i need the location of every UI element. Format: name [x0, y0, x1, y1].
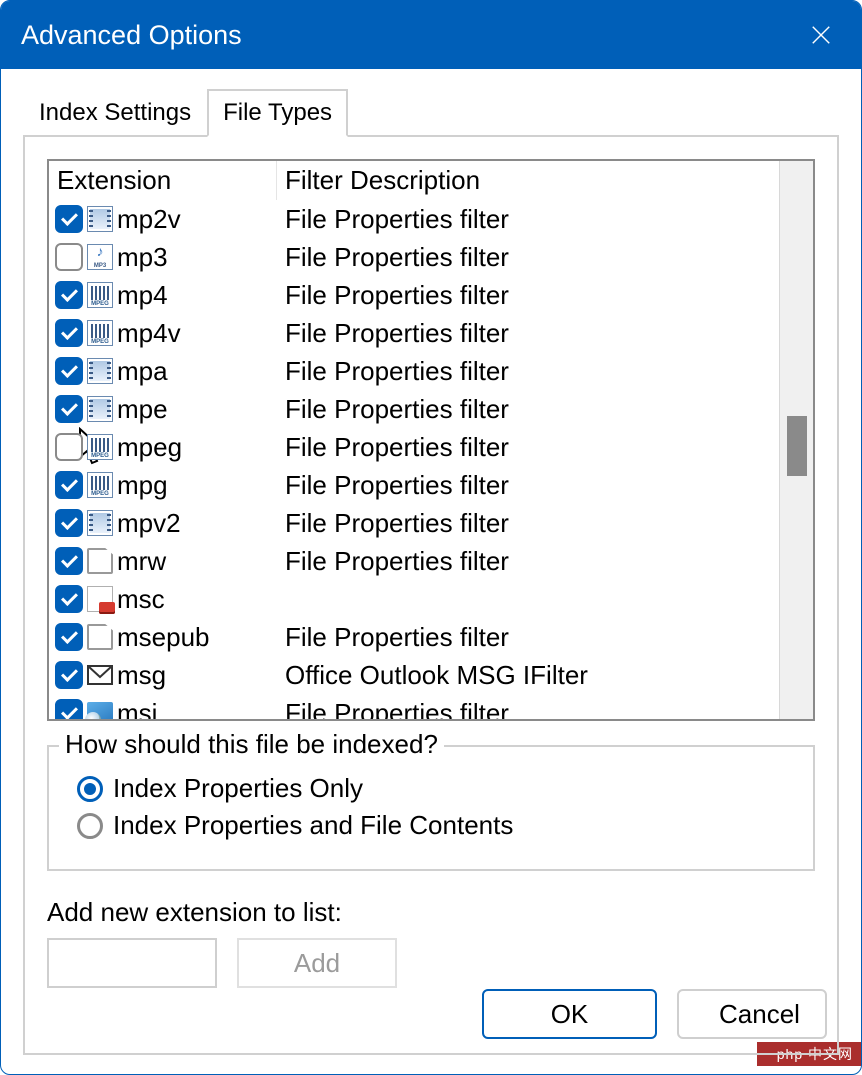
list-item[interactable]: msc [49, 580, 779, 618]
add-extension-button[interactable]: Add [237, 938, 397, 988]
filter-description: File Properties filter [277, 356, 779, 387]
radio-label: Index Properties Only [113, 773, 363, 804]
extension-checkbox[interactable] [55, 243, 83, 271]
extension-name: msepub [117, 622, 210, 653]
file-file-icon [87, 548, 113, 574]
file-file-icon [87, 624, 113, 650]
filter-description: File Properties filter [277, 318, 779, 349]
extension-name: mpa [117, 356, 168, 387]
tab-body-file-types: Extension Filter Description mp2v File Pr… [23, 135, 839, 1055]
mpeg-file-icon [87, 282, 113, 308]
extension-checkbox[interactable] [55, 395, 83, 423]
list-item[interactable]: mp4 File Properties filter [49, 276, 779, 314]
list-item[interactable]: mpg File Properties filter [49, 466, 779, 504]
dialog-footer: OK Cancel [482, 989, 837, 1039]
extension-name: mp3 [117, 242, 168, 273]
extension-checkbox[interactable] [55, 281, 83, 309]
radio-icon [77, 813, 103, 839]
mpeg-file-icon [87, 320, 113, 346]
extension-checkbox[interactable] [55, 623, 83, 651]
tab-file-types[interactable]: File Types [207, 89, 348, 137]
close-button[interactable] [801, 15, 841, 55]
extension-checkbox[interactable] [55, 547, 83, 575]
video-file-icon [87, 396, 113, 422]
radio-label: Index Properties and File Contents [113, 810, 513, 841]
extension-checkbox[interactable] [55, 357, 83, 385]
groupbox-label: How should this file be indexed? [59, 729, 444, 760]
list-item[interactable]: msg Office Outlook MSG IFilter [49, 656, 779, 694]
add-extension-input[interactable] [47, 938, 217, 988]
extension-checkbox[interactable] [55, 585, 83, 613]
header-filter-description[interactable]: Filter Description [277, 161, 779, 200]
mpeg-file-icon [87, 434, 113, 460]
video-file-icon [87, 206, 113, 232]
list-item[interactable]: msepub File Properties filter [49, 618, 779, 656]
close-icon [810, 24, 832, 46]
extension-listbox: Extension Filter Description mp2v File Pr… [47, 159, 815, 721]
list-item[interactable]: mp4v File Properties filter [49, 314, 779, 352]
extension-checkbox[interactable] [55, 471, 83, 499]
radio-index-properties-only[interactable]: Index Properties Only [77, 773, 793, 804]
extension-checkbox[interactable] [55, 509, 83, 537]
tab-index-settings[interactable]: Index Settings [23, 89, 207, 137]
list-item[interactable]: mp2v File Properties filter [49, 200, 779, 238]
extension-name: msg [117, 660, 166, 691]
list-item[interactable]: mp3 File Properties filter [49, 238, 779, 276]
list-scrollbar[interactable] [779, 161, 813, 719]
add-extension-label: Add new extension to list: [47, 897, 815, 928]
filter-description: File Properties filter [277, 242, 779, 273]
extension-name: msc [117, 584, 165, 615]
extension-checkbox[interactable] [55, 661, 83, 689]
extension-name: mp2v [117, 204, 181, 235]
mpeg-file-icon [87, 472, 113, 498]
msg-file-icon [87, 662, 113, 688]
list-item[interactable]: mpeg File Properties filter [49, 428, 779, 466]
extension-name: mpv2 [117, 508, 181, 539]
extension-name: mpeg [117, 432, 182, 463]
tab-strip: Index Settings File Types [23, 89, 839, 137]
radio-index-properties-and-file-contents[interactable]: Index Properties and File Contents [77, 810, 793, 841]
extension-name: msi [117, 698, 157, 720]
header-extension[interactable]: Extension [49, 161, 277, 200]
filter-description: File Properties filter [277, 622, 779, 653]
filter-description: File Properties filter [277, 508, 779, 539]
filter-description: File Properties filter [277, 280, 779, 311]
cancel-button[interactable]: Cancel [677, 989, 827, 1039]
list-item[interactable]: mpv2 File Properties filter [49, 504, 779, 542]
video-file-icon [87, 358, 113, 384]
mp3-file-icon [87, 244, 113, 270]
list-item[interactable]: mpa File Properties filter [49, 352, 779, 390]
titlebar: Advanced Options [1, 1, 861, 69]
msi-file-icon [87, 700, 113, 719]
video-file-icon [87, 510, 113, 536]
extension-name: mpg [117, 470, 168, 501]
filter-description: Office Outlook MSG IFilter [277, 660, 779, 691]
filter-description: File Properties filter [277, 546, 779, 577]
extension-name: mp4 [117, 280, 168, 311]
extension-name: mpe [117, 394, 168, 425]
list-item[interactable]: mpe File Properties filter [49, 390, 779, 428]
extension-checkbox[interactable] [55, 319, 83, 347]
filter-description: File Properties filter [277, 432, 779, 463]
extension-checkbox[interactable] [55, 699, 83, 719]
filter-description: File Properties filter [277, 698, 779, 720]
extension-checkbox[interactable] [55, 433, 83, 461]
filter-description: File Properties filter [277, 204, 779, 235]
msc-file-icon [87, 586, 113, 612]
list-item[interactable]: msi File Properties filter [49, 694, 779, 719]
radio-icon [77, 776, 103, 802]
extension-name: mrw [117, 546, 166, 577]
list-item[interactable]: mrw File Properties filter [49, 542, 779, 580]
extension-name: mp4v [117, 318, 181, 349]
scrollbar-thumb[interactable] [787, 416, 807, 476]
filter-description: File Properties filter [277, 470, 779, 501]
list-headers: Extension Filter Description [49, 161, 779, 200]
extension-checkbox[interactable] [55, 205, 83, 233]
ok-button[interactable]: OK [482, 989, 657, 1039]
window-title: Advanced Options [21, 20, 801, 51]
index-mode-groupbox: How should this file be indexed? Index P… [47, 745, 815, 871]
filter-description: File Properties filter [277, 394, 779, 425]
